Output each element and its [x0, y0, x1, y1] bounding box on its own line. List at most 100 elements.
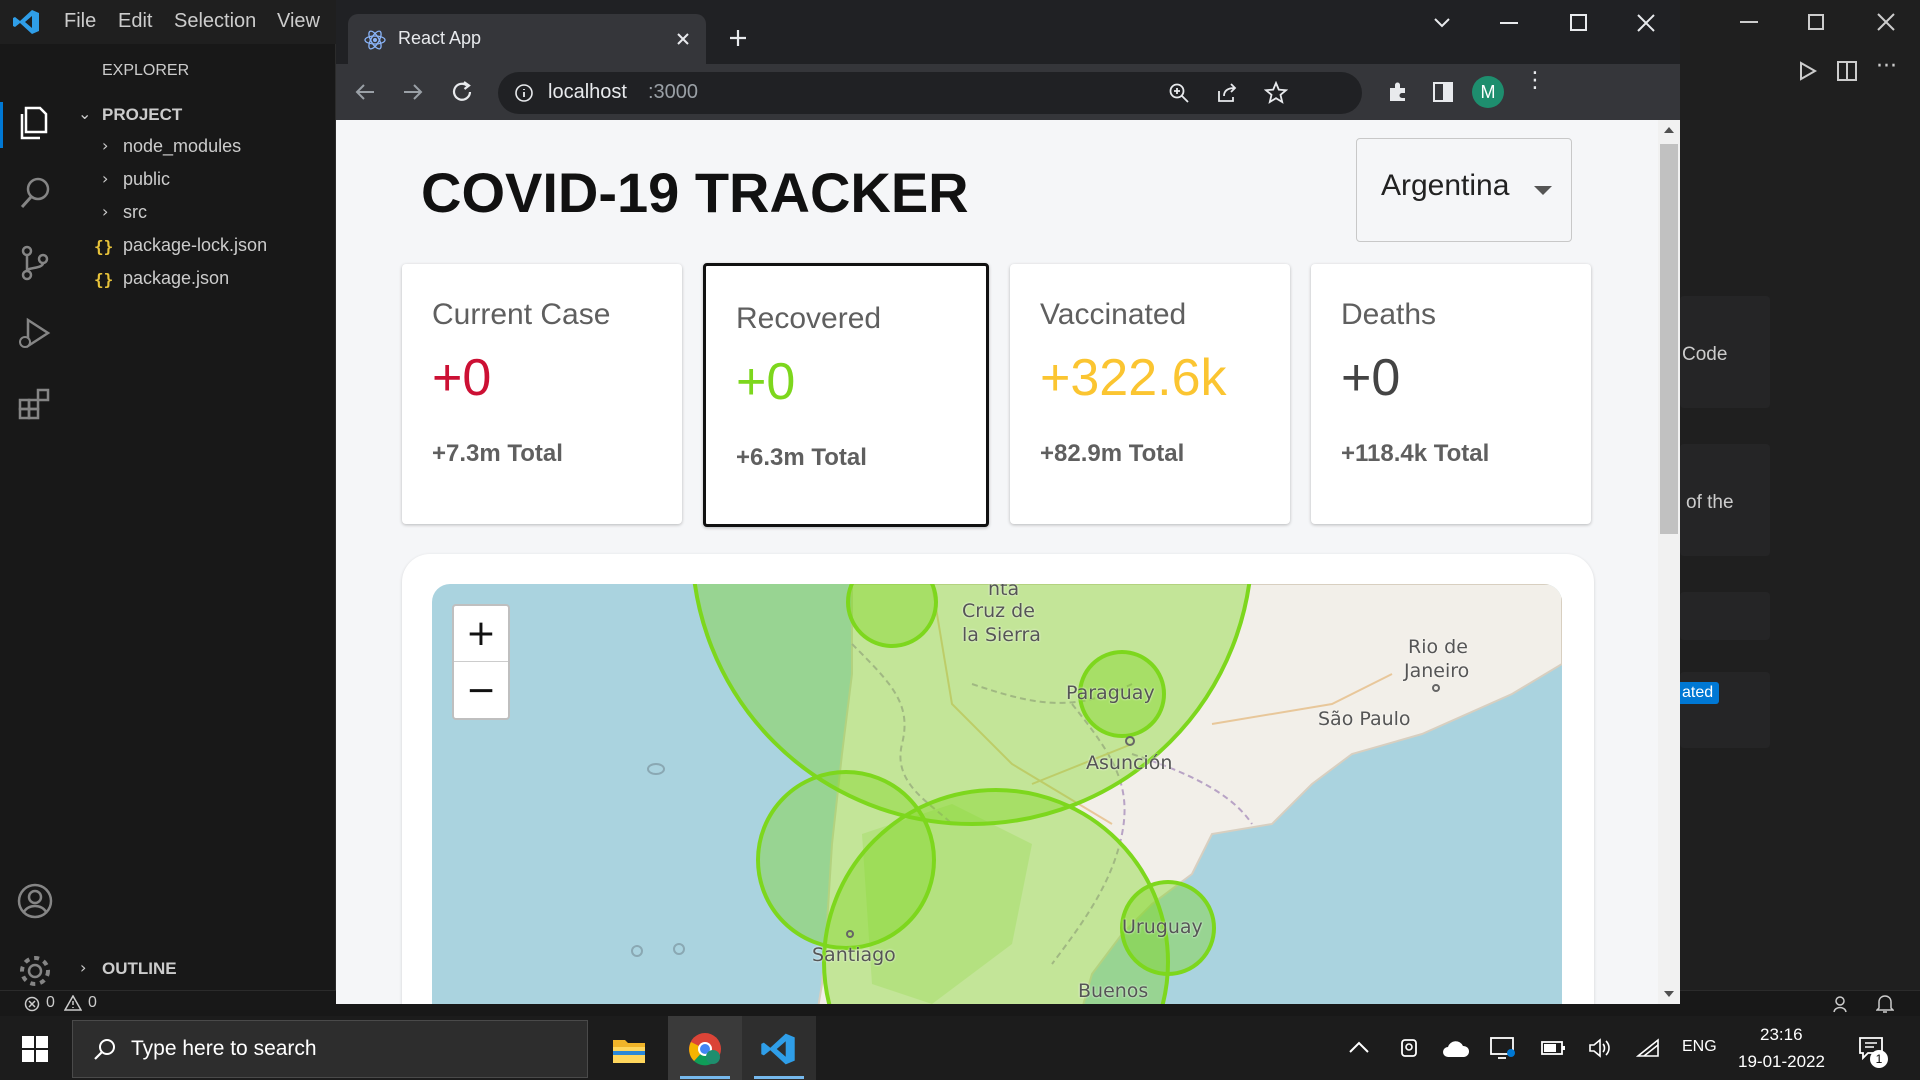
chrome-maximize-icon[interactable]: [1570, 14, 1587, 31]
tree-item-public[interactable]: public: [123, 169, 170, 190]
map-label: la Sierra: [962, 624, 1041, 646]
map-tiles[interactable]: [432, 584, 1562, 1004]
notifications-bell-icon[interactable]: [1876, 994, 1894, 1014]
clock-date[interactable]: 19-01-2022: [1738, 1052, 1825, 1072]
vscode-app-icon[interactable]: [760, 1032, 796, 1066]
split-editor-icon[interactable]: [1836, 60, 1858, 82]
chrome-close-icon[interactable]: [1636, 13, 1656, 33]
extensions-puzzle-icon[interactable]: [1386, 80, 1410, 104]
scroll-down-arrow-icon[interactable]: [1663, 990, 1675, 998]
feedback-icon[interactable]: [1832, 994, 1852, 1014]
project-folder-label[interactable]: PROJECT: [102, 105, 182, 125]
vscode-close-icon[interactable]: [1876, 12, 1896, 32]
address-bar[interactable]: localhost :3000: [498, 72, 1362, 114]
map[interactable]: nta Cruz de la Sierra Rio de Janeiro Par…: [432, 584, 1562, 1004]
more-actions-icon[interactable]: ···: [1876, 54, 1897, 79]
stat-card-current-case[interactable]: Current Case +0 +7.3m Total: [402, 264, 682, 524]
back-arrow-icon[interactable]: [354, 81, 376, 103]
bookmark-star-icon[interactable]: [1264, 81, 1288, 105]
wifi-icon[interactable]: [1636, 1038, 1660, 1058]
tab-close-icon[interactable]: [676, 32, 690, 46]
chevron-right-icon[interactable]: ›: [102, 169, 108, 188]
vscode-underline: [754, 1076, 804, 1079]
tree-item-src[interactable]: src: [123, 202, 147, 223]
account-icon[interactable]: [14, 880, 56, 922]
zoom-in-button[interactable]: +: [454, 606, 508, 662]
page-scrollbar-thumb[interactable]: [1660, 144, 1678, 534]
battery-icon[interactable]: [1540, 1040, 1566, 1056]
reload-icon[interactable]: [450, 80, 474, 104]
windows-start-icon[interactable]: [22, 1036, 48, 1062]
map-label: Buenos: [1078, 980, 1149, 1002]
menu-view[interactable]: View: [277, 10, 320, 33]
forward-arrow-icon[interactable]: [402, 81, 424, 103]
clock-time[interactable]: 23:16: [1760, 1025, 1803, 1045]
profile-avatar[interactable]: M: [1472, 76, 1504, 108]
scroll-up-arrow-icon[interactable]: [1663, 126, 1675, 134]
tab-search-chevron-icon[interactable]: [1432, 16, 1452, 30]
profile-initial: M: [1480, 82, 1496, 102]
language-indicator[interactable]: ENG: [1682, 1038, 1717, 1056]
run-icon[interactable]: [1796, 60, 1818, 82]
card-label: Vaccinated: [1040, 298, 1187, 331]
map-label: Rio de: [1408, 636, 1468, 658]
settings-gear-icon[interactable]: [14, 950, 56, 992]
share-icon[interactable]: [1216, 82, 1238, 104]
map-label: Santiago: [812, 944, 896, 966]
tree-item-package-json[interactable]: package.json: [123, 268, 229, 289]
menu-file[interactable]: File: [64, 10, 96, 33]
stat-card-deaths[interactable]: Deaths +0 +118.4k Total: [1311, 264, 1591, 524]
chevron-right-icon[interactable]: ›: [102, 136, 108, 155]
stat-card-vaccinated[interactable]: Vaccinated +322.6k +82.9m Total: [1010, 264, 1290, 524]
search-icon[interactable]: [14, 172, 56, 214]
file-explorer-icon[interactable]: [612, 1034, 646, 1064]
source-control-icon[interactable]: [14, 242, 56, 284]
onedrive-cloud-icon[interactable]: [1442, 1040, 1470, 1058]
extensions-icon[interactable]: [14, 382, 56, 424]
side-panel-icon[interactable]: [1432, 81, 1454, 103]
meet-now-icon[interactable]: [1398, 1037, 1420, 1059]
zoom-out-button[interactable]: −: [454, 663, 508, 719]
chevron-right-icon[interactable]: ›: [102, 202, 108, 221]
notification-count-badge: 1: [1870, 1050, 1888, 1068]
chrome-menu-kebab-icon[interactable]: ⋮: [1524, 70, 1546, 92]
country-select[interactable]: Argentina: [1356, 138, 1572, 242]
walkthrough-card[interactable]: [1680, 592, 1770, 640]
chevron-down-icon[interactable]: ⌄: [78, 104, 91, 123]
outline-section-label[interactable]: OUTLINE: [102, 959, 177, 979]
zoom-magnifier-icon[interactable]: [1168, 82, 1190, 104]
map-label: Uruguay: [1122, 916, 1203, 938]
taskbar-search-box[interactable]: Type here to search: [72, 1020, 588, 1078]
chevron-right-icon[interactable]: ›: [80, 958, 86, 977]
site-info-icon[interactable]: [514, 83, 534, 103]
browser-tab[interactable]: React App: [348, 14, 706, 64]
app-title: COVID-19 TRACKER: [421, 161, 969, 224]
country-select-value: Argentina: [1381, 169, 1510, 202]
tree-item-package-lock[interactable]: package-lock.json: [123, 235, 267, 256]
tab-title: React App: [398, 28, 482, 48]
display-settings-icon[interactable]: [1490, 1036, 1516, 1060]
warning-count[interactable]: 0: [88, 994, 97, 1012]
card-label: Recovered: [736, 302, 882, 335]
menu-selection[interactable]: Selection: [174, 10, 256, 33]
volume-speaker-icon[interactable]: [1588, 1038, 1612, 1058]
vscode-restore-icon[interactable]: [1808, 14, 1824, 30]
error-icon[interactable]: [24, 996, 40, 1012]
vscode-minimize-icon[interactable]: [1740, 21, 1758, 23]
warning-icon[interactable]: [64, 995, 82, 1011]
menu-edit[interactable]: Edit: [118, 10, 152, 33]
error-count[interactable]: 0: [46, 994, 55, 1012]
chrome-minimize-icon[interactable]: [1500, 22, 1518, 24]
tray-chevron-up-icon[interactable]: [1348, 1040, 1370, 1054]
card-total: +82.9m Total: [1040, 440, 1185, 467]
explorer-icon[interactable]: [14, 102, 56, 144]
updated-badge: ated: [1676, 682, 1720, 704]
taskbar-search-placeholder: Type here to search: [131, 1037, 317, 1060]
stat-card-recovered[interactable]: Recovered +0 +6.3m Total: [703, 263, 989, 527]
new-tab-plus-icon[interactable]: [728, 28, 748, 48]
walkthrough-card-text: of the: [1686, 492, 1734, 513]
chrome-app-icon[interactable]: [688, 1032, 722, 1066]
run-debug-icon[interactable]: [14, 312, 56, 354]
tree-item-node-modules[interactable]: node_modules: [123, 136, 241, 157]
explorer-sidebar: EXPLORER ⌄ PROJECT › node_modules › publ…: [70, 44, 336, 990]
